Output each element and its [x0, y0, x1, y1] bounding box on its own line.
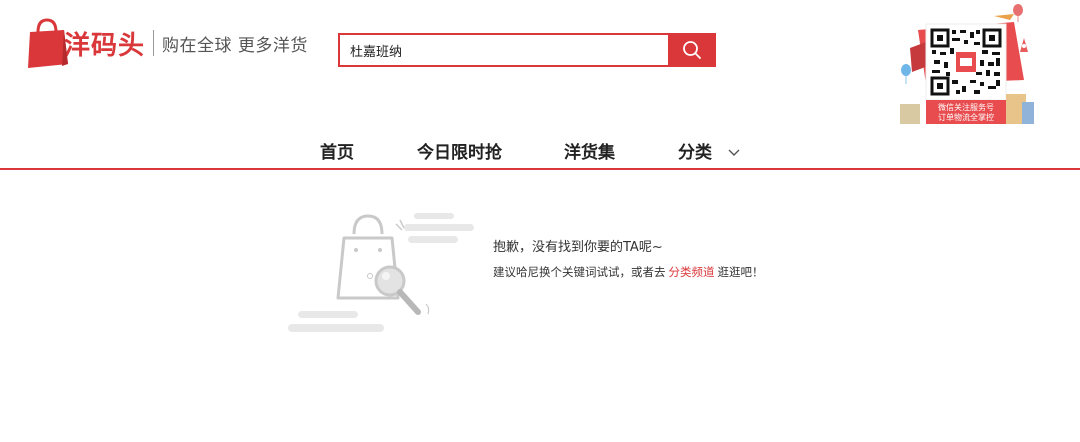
empty-state-tip-suffix: 逛逛吧！ [717, 265, 764, 279]
nav-item-category-label: 分类 [678, 143, 712, 163]
logo-divider [153, 30, 155, 56]
logo[interactable]: 洋码头 购在全球 更多洋货 [26, 16, 308, 70]
qr-caption-line1: 微信关注服务号 [938, 102, 994, 112]
search-button[interactable] [668, 33, 716, 67]
search-icon [683, 41, 701, 59]
chevron-down-icon [728, 149, 740, 156]
empty-bag-magnifier-icon [286, 208, 486, 338]
shopping-bag-logo-icon [26, 18, 70, 68]
qr-caption-line2: 订单物流全掌控 [938, 112, 994, 122]
qr-code-icon [930, 28, 1002, 96]
search-bar [338, 33, 716, 67]
main-nav: 首页 今日限时抢 洋货集 分类 [0, 130, 1080, 170]
category-channel-link[interactable]: 分类频道 [669, 265, 715, 279]
empty-state-tip: 建议哈尼换个关键词试试，或者去 分类频道 逛逛吧！ [493, 264, 764, 280]
logo-slogan: 购在全球 更多洋货 [162, 35, 308, 56]
empty-state-title: 抱歉，没有找到你要的TA呢~ [493, 240, 663, 255]
nav-item-home[interactable]: 首页 [320, 138, 354, 163]
nav-item-flash-sale[interactable]: 今日限时抢 [417, 138, 502, 163]
search-input[interactable] [338, 33, 668, 67]
wechat-qr-promo[interactable]: 微信关注服务号 订单物流全掌控 [896, 2, 1036, 128]
nav-item-category[interactable]: 分类 [678, 138, 740, 163]
empty-state-tip-text: 建议哈尼换个关键词试试，或者去 [493, 265, 666, 279]
nav-item-collection[interactable]: 洋货集 [564, 138, 615, 163]
logo-text: 洋码头 [64, 30, 146, 61]
